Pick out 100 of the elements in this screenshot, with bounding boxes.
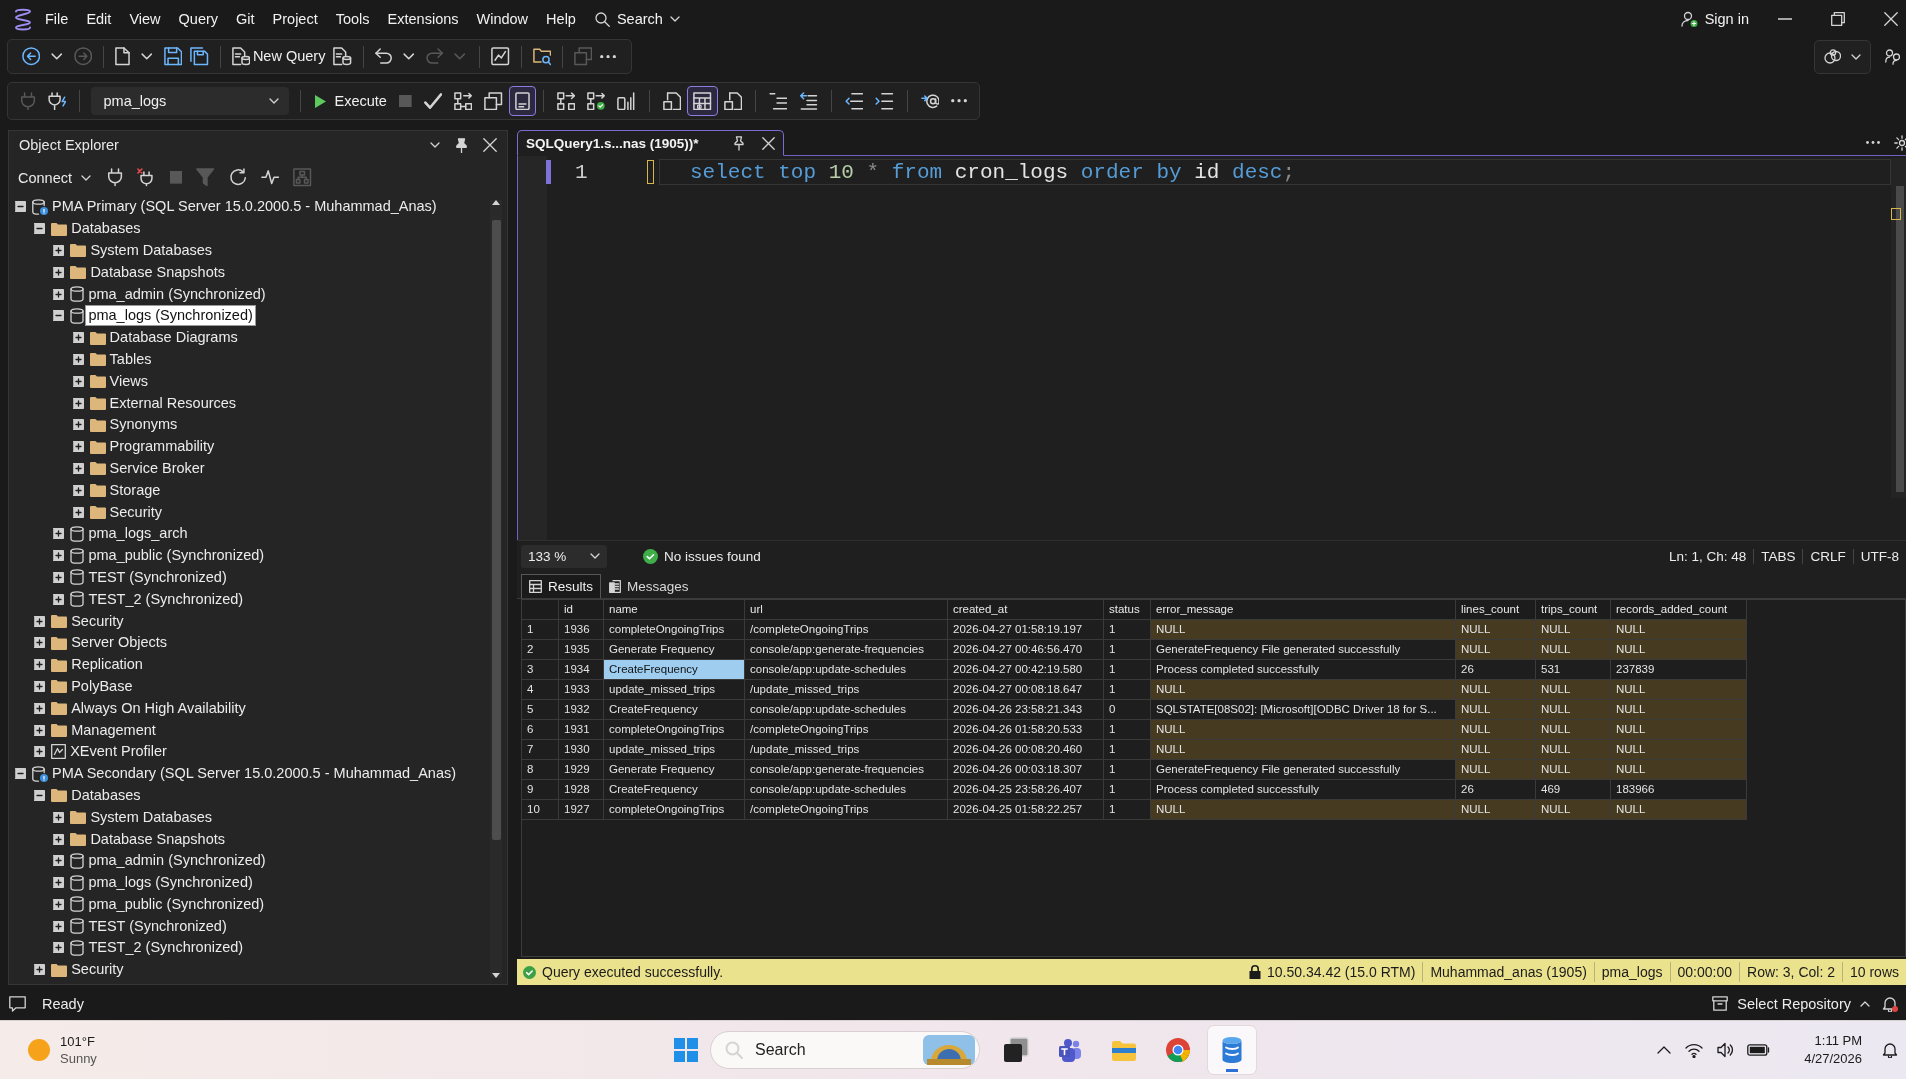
tree-item[interactable]: pma_public (Synchronized) xyxy=(86,546,267,566)
person-add-icon[interactable] xyxy=(1680,10,1698,28)
restore-icon[interactable] xyxy=(1831,12,1845,26)
expand-icon[interactable] xyxy=(72,375,84,387)
tree-item[interactable]: pma_logs (Synchronized) xyxy=(86,873,255,893)
column-header[interactable]: url xyxy=(745,600,948,620)
tree-item[interactable]: Storage xyxy=(107,480,163,500)
expand-icon[interactable] xyxy=(53,288,65,300)
expand-icon[interactable] xyxy=(53,833,65,845)
menu-item[interactable]: Project xyxy=(263,11,327,27)
bar-chart-icon[interactable] xyxy=(617,91,636,111)
tree-item[interactable]: Database Snapshots xyxy=(88,829,227,849)
tree-item[interactable]: System Databases xyxy=(88,807,215,827)
plug-x-icon[interactable] xyxy=(137,168,156,187)
menu-item[interactable]: Extensions xyxy=(378,11,468,27)
collapse-icon[interactable] xyxy=(34,789,46,801)
at-sign-icon[interactable] xyxy=(920,91,939,111)
expand-icon[interactable] xyxy=(53,528,65,540)
expand-icon[interactable] xyxy=(72,506,84,518)
activity-monitor-icon[interactable] xyxy=(491,47,510,66)
column-header[interactable]: name xyxy=(604,600,745,620)
collapse-icon[interactable] xyxy=(15,201,26,213)
menu-item[interactable]: Window xyxy=(467,11,538,27)
expand-icon[interactable] xyxy=(34,724,46,736)
tree-item[interactable]: Databases xyxy=(69,785,143,805)
bell-icon[interactable] xyxy=(1882,1042,1898,1058)
expand-icon[interactable] xyxy=(53,245,65,256)
execute-button[interactable]: Execute xyxy=(308,93,393,109)
tree-item[interactable]: PolyBase xyxy=(69,676,135,696)
tree-item[interactable]: Management xyxy=(69,720,158,740)
scrollbar[interactable] xyxy=(1891,158,1906,498)
people-icon[interactable] xyxy=(1885,48,1900,65)
refresh-icon[interactable] xyxy=(228,168,247,187)
flowchart-icon[interactable] xyxy=(556,91,576,111)
zoom-dropdown[interactable]: 133 % xyxy=(521,544,607,568)
tree-item[interactable]: Programmability xyxy=(107,437,217,457)
menu-item[interactable]: File xyxy=(36,11,78,27)
text-document-icon[interactable] xyxy=(662,91,682,111)
column-header[interactable]: id xyxy=(559,600,604,620)
speaker-icon[interactable] xyxy=(1717,1042,1734,1058)
overlapping-circles-icon[interactable] xyxy=(1824,49,1841,64)
tree-item[interactable]: Views xyxy=(107,371,150,391)
uncomment-lines-icon[interactable] xyxy=(799,91,818,111)
indentation-mode[interactable]: TABS xyxy=(1753,548,1803,564)
expand-icon[interactable] xyxy=(72,462,84,474)
pin-icon[interactable] xyxy=(454,137,469,153)
menu-item[interactable]: Edit xyxy=(77,11,121,27)
tree-item[interactable]: pma_logs_arch xyxy=(86,524,190,544)
tree-item[interactable]: Databases xyxy=(69,219,143,239)
expand-icon[interactable] xyxy=(53,266,65,278)
file-icon[interactable] xyxy=(723,91,742,111)
tree-item[interactable]: PMA Secondary (SQL Server 15.0.2000.5 - Muhammad_Anas) xyxy=(50,764,459,784)
connect-button[interactable]: Connect xyxy=(18,169,91,186)
pin-icon[interactable] xyxy=(732,135,746,151)
menu-item[interactable]: Git xyxy=(227,11,264,27)
expand-icon[interactable] xyxy=(34,964,46,976)
plug-bolt-icon[interactable] xyxy=(48,91,67,111)
close-icon[interactable] xyxy=(1884,12,1898,26)
table-icon[interactable] xyxy=(687,85,718,117)
cursor-position[interactable]: Ln: 1, Ch: 48 xyxy=(1661,548,1754,564)
tree-item[interactable]: TEST_2 (Synchronized) xyxy=(86,938,246,958)
tree-item[interactable]: Database Diagrams xyxy=(107,328,240,348)
outdent-icon[interactable] xyxy=(844,91,864,111)
close-icon[interactable] xyxy=(483,138,497,152)
stacked-windows-icon[interactable] xyxy=(484,91,503,111)
chevron-up-icon[interactable] xyxy=(1657,1046,1672,1054)
collapse-icon[interactable] xyxy=(53,310,65,322)
check-icon[interactable] xyxy=(423,92,442,110)
editor-tab[interactable]: SQLQuery1.s...nas (1905))* xyxy=(517,130,784,156)
repository-button[interactable]: Select Repository xyxy=(1712,995,1870,1012)
windows-start-icon[interactable] xyxy=(674,1038,698,1062)
expand-icon[interactable] xyxy=(34,746,46,758)
expand-icon[interactable] xyxy=(72,441,84,453)
expand-icon[interactable] xyxy=(53,942,65,954)
column-header[interactable]: records_added_count xyxy=(1611,600,1747,620)
expand-icon[interactable] xyxy=(53,550,65,562)
new-query-button[interactable]: New Query xyxy=(227,47,330,66)
tree-item[interactable]: Security xyxy=(69,960,126,980)
tree-item[interactable]: PMA Primary (SQL Server 15.0.2000.5 - Muhammad_Anas) xyxy=(50,197,439,217)
clock-time[interactable]: 1:11 PM xyxy=(1814,1032,1862,1050)
expand-icon[interactable] xyxy=(53,593,65,605)
more-icon[interactable] xyxy=(950,99,968,103)
caret-up-icon[interactable] xyxy=(1860,1000,1870,1007)
database-dropdown[interactable]: pma_logs xyxy=(91,87,290,115)
tree-item[interactable]: pma_admin (Synchronized) xyxy=(86,851,268,871)
database-document-icon[interactable] xyxy=(333,47,352,66)
search-icon[interactable] xyxy=(594,11,610,27)
pulse-icon[interactable] xyxy=(260,168,280,187)
tree-item[interactable]: Security xyxy=(69,611,126,631)
expand-icon[interactable] xyxy=(34,680,46,692)
expand-icon[interactable] xyxy=(53,811,65,823)
collapse-icon[interactable] xyxy=(34,223,46,235)
folder-search-icon[interactable] xyxy=(532,47,552,66)
expand-icon[interactable] xyxy=(34,659,46,671)
column-header[interactable]: error_message xyxy=(1151,600,1456,620)
back-icon[interactable] xyxy=(22,47,41,66)
more-icon[interactable] xyxy=(600,54,617,59)
expand-icon[interactable] xyxy=(72,353,84,365)
tree-item[interactable]: pma_public (Synchronized) xyxy=(86,894,267,914)
tree-item[interactable]: System Databases xyxy=(88,241,215,260)
